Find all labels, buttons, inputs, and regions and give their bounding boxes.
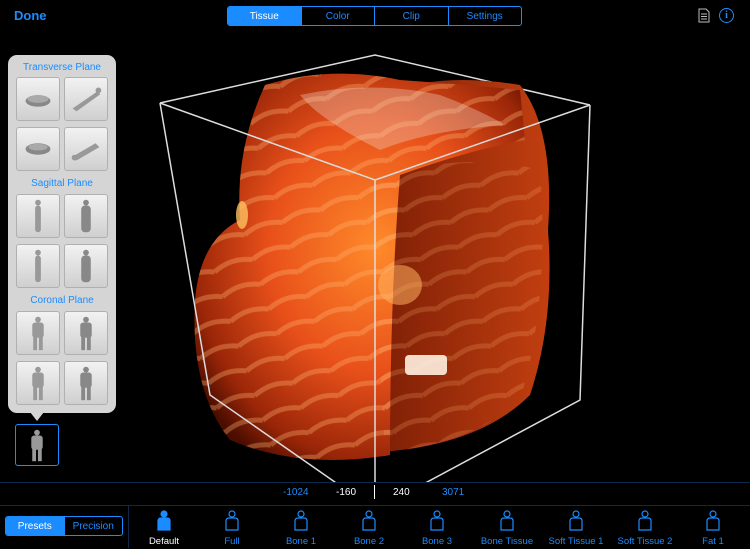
top-bar: Done Tissue Color Clip Settings i: [0, 0, 750, 32]
person-icon: [569, 510, 583, 531]
preset-soft-tissue-1[interactable]: Soft Tissue 1: [541, 510, 611, 548]
preset-bone-3[interactable]: Bone 3: [402, 510, 472, 548]
volume-viewport[interactable]: Transverse Plane Sagittal Plane Coronal …: [0, 32, 750, 482]
coronal-view-3[interactable]: [16, 361, 60, 405]
tab-color[interactable]: Color: [300, 7, 375, 25]
person-icon: [362, 510, 376, 531]
panel-pointer: [30, 412, 44, 421]
transverse-view-4[interactable]: [64, 127, 108, 171]
preset-label: Default: [148, 536, 180, 547]
body-figure-icon: [31, 429, 43, 462]
person-icon: [706, 510, 720, 531]
coronal-view-2[interactable]: [64, 311, 108, 355]
body-model-button[interactable]: [15, 424, 59, 466]
coronal-view-4[interactable]: [64, 361, 108, 405]
tab-tissue[interactable]: Tissue: [228, 7, 301, 25]
preset-label: Bone 3: [421, 536, 453, 547]
person-icon: [638, 510, 652, 531]
sagittal-view-3[interactable]: [16, 244, 60, 288]
preset-bone-tissue[interactable]: Bone Tissue: [472, 510, 542, 548]
preset-label: Fat 1: [702, 536, 724, 547]
tab-segmented-control: Tissue Color Clip Settings: [227, 6, 522, 26]
preset-label: Bone 2: [353, 536, 385, 547]
range-min-value: -1024: [283, 487, 309, 498]
coronal-view-1[interactable]: [16, 311, 60, 355]
person-icon: [500, 510, 514, 531]
range-low-value[interactable]: -160: [336, 487, 356, 498]
sagittal-plane-title: Sagittal Plane: [31, 178, 93, 189]
preset-full[interactable]: Full: [197, 510, 267, 548]
range-high-value[interactable]: 240: [393, 487, 410, 498]
transverse-view-2[interactable]: [64, 77, 108, 121]
preset-label: Soft Tissue 1: [548, 536, 604, 547]
presets-precision-toggle: Presets Precision: [5, 516, 123, 536]
transverse-view-1[interactable]: [16, 77, 60, 121]
person-icon: [430, 510, 444, 531]
preset-default[interactable]: Default: [129, 510, 199, 548]
sagittal-view-4[interactable]: [64, 244, 108, 288]
person-icon: [225, 510, 239, 531]
range-center-marker: [374, 485, 375, 499]
person-icon: [157, 510, 171, 531]
preset-bone-2[interactable]: Bone 2: [334, 510, 404, 548]
transverse-plane-title: Transverse Plane: [23, 62, 101, 73]
precision-tab[interactable]: Precision: [63, 517, 123, 535]
preset-bone-1[interactable]: Bone 1: [266, 510, 336, 548]
preset-fat-1[interactable]: Fat 1: [678, 510, 748, 548]
range-max-value: 3071: [442, 487, 465, 498]
preset-soft-tissue-2[interactable]: Soft Tissue 2: [610, 510, 680, 548]
coronal-plane-title: Coronal Plane: [30, 295, 94, 306]
info-icon[interactable]: i: [719, 8, 734, 23]
orientation-panel: Transverse Plane Sagittal Plane Coronal …: [8, 55, 116, 413]
tab-settings[interactable]: Settings: [447, 7, 522, 25]
done-button[interactable]: Done: [14, 8, 47, 23]
preset-label: Soft Tissue 2: [617, 536, 673, 547]
preset-label: Full: [224, 536, 240, 547]
tab-clip[interactable]: Clip: [374, 7, 448, 25]
presets-tab[interactable]: Presets: [6, 517, 64, 535]
document-icon[interactable]: [698, 8, 710, 23]
sagittal-view-1[interactable]: [16, 194, 60, 238]
preset-label: Bone Tissue: [480, 536, 534, 547]
transverse-view-3[interactable]: [16, 127, 60, 171]
preset-label: Bone 1: [285, 536, 317, 547]
person-icon: [294, 510, 308, 531]
hu-range-bar[interactable]: [0, 482, 750, 505]
sagittal-view-2[interactable]: [64, 194, 108, 238]
